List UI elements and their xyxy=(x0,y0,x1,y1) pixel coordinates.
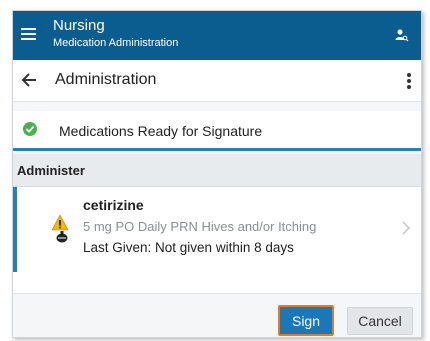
medication-row[interactable]: cetirizine 5 mg PO Daily PRN Hives and/o… xyxy=(13,187,421,272)
medication-name: cetirizine xyxy=(83,197,144,213)
page-header: Administration xyxy=(13,60,421,102)
hamburger-menu-icon[interactable] xyxy=(21,28,36,40)
check-circle-icon xyxy=(23,122,37,136)
app-title: Nursing xyxy=(53,17,105,34)
action-footer: Sign Cancel xyxy=(13,294,421,337)
cancel-button[interactable]: Cancel xyxy=(347,307,413,335)
app-window: Nursing Medication Administration Admini… xyxy=(12,10,422,338)
pill-icon xyxy=(56,231,68,243)
section-title: Administer xyxy=(17,163,85,178)
more-vertical-icon[interactable] xyxy=(407,73,411,89)
app-subtitle: Medication Administration xyxy=(53,37,179,49)
user-search-icon[interactable] xyxy=(395,28,409,42)
sign-button[interactable]: Sign xyxy=(278,305,334,336)
medication-dose: 5 mg PO Daily PRN Hives and/or Itching xyxy=(83,219,317,234)
section-header-administer: Administer xyxy=(13,154,421,187)
status-text: Medications Ready for Signature xyxy=(59,123,263,139)
status-banner: Medications Ready for Signature xyxy=(13,111,421,151)
app-bar: Nursing Medication Administration xyxy=(13,11,421,60)
page-title: Administration xyxy=(55,71,157,88)
chevron-right-icon[interactable] xyxy=(401,221,411,235)
list-spacer xyxy=(13,272,421,294)
medication-last-given: Last Given: Not given within 8 days xyxy=(83,240,294,255)
arrow-left-icon[interactable] xyxy=(21,72,37,88)
